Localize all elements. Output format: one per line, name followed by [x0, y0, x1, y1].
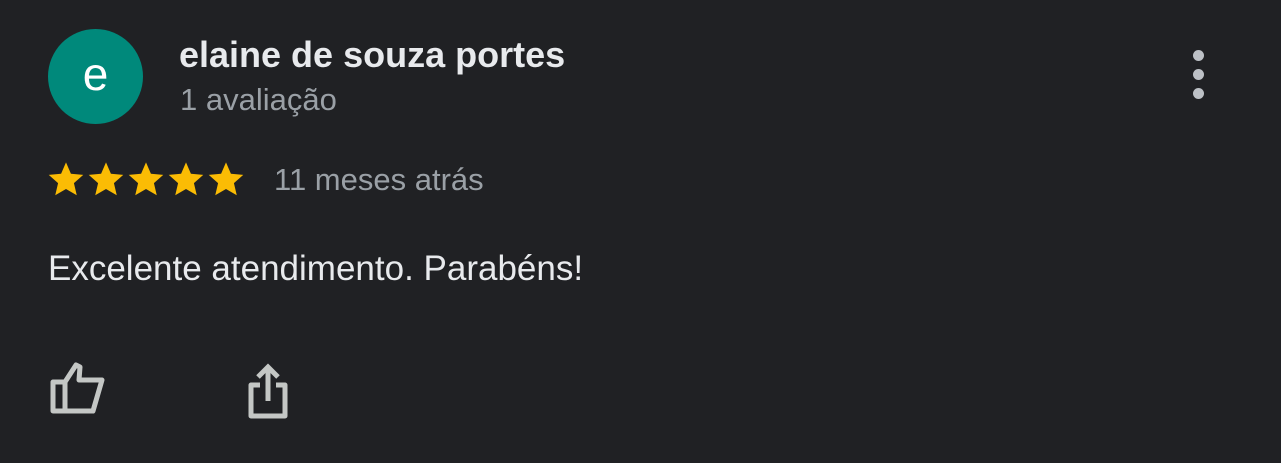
review-text: Excelente atendimento. Parabéns! — [48, 249, 584, 288]
avatar[interactable]: e — [48, 29, 143, 124]
more-vert-icon — [1186, 50, 1210, 99]
review-time: 11 meses atrás — [274, 162, 484, 197]
star-icon — [88, 162, 124, 196]
star-icon — [208, 162, 244, 196]
star-icon — [48, 162, 84, 196]
share-icon — [248, 363, 288, 419]
share-button[interactable] — [246, 363, 290, 426]
thumb-up-icon — [50, 362, 105, 414]
author-name[interactable]: elaine de souza portes — [179, 34, 565, 76]
star-icon — [168, 162, 204, 196]
star-icon — [128, 162, 164, 196]
like-button[interactable] — [50, 362, 108, 421]
star-rating — [47, 160, 245, 198]
more-options-button[interactable] — [1186, 50, 1210, 102]
review-count: 1 avaliação — [180, 82, 337, 117]
avatar-letter: e — [82, 47, 109, 100]
